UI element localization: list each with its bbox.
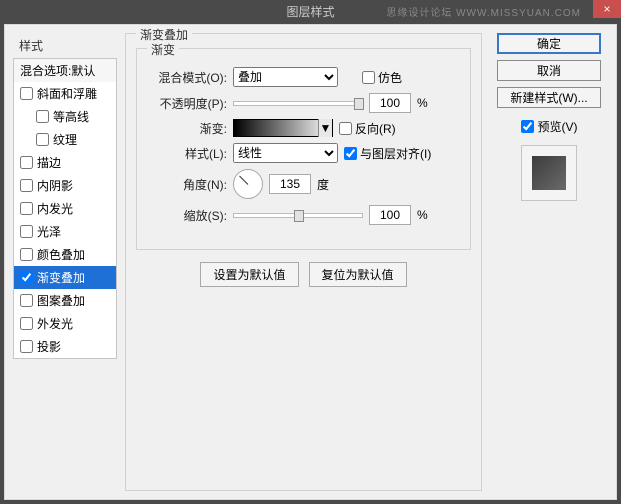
style-label: 样式(L): xyxy=(147,145,227,162)
sidebar-item-label: 投影 xyxy=(37,338,61,355)
row-gradient: 渐变: ▼ 反向(R) xyxy=(147,119,460,137)
ok-button[interactable]: 确定 xyxy=(497,33,601,54)
align-checkbox[interactable] xyxy=(344,147,357,160)
sidebar-item-label: 内发光 xyxy=(37,200,73,217)
angle-input[interactable] xyxy=(269,174,311,194)
preview-swatch xyxy=(532,156,566,190)
gradient-picker[interactable]: ▼ xyxy=(233,119,333,137)
scale-input[interactable] xyxy=(369,205,411,225)
dialog-title: 图层样式 xyxy=(286,3,334,20)
sidebar-header: 样式 xyxy=(13,33,117,58)
style-select[interactable]: 线性 xyxy=(233,143,338,163)
checkbox-innerglow[interactable] xyxy=(20,202,33,215)
sidebar-item-label: 渐变叠加 xyxy=(37,269,85,286)
sidebar-item-label: 描边 xyxy=(37,154,61,171)
checkbox-satin[interactable] xyxy=(20,225,33,238)
row-scale: 缩放(S): % xyxy=(147,205,460,225)
reverse-label: 反向(R) xyxy=(355,120,396,137)
checkbox-innershadow[interactable] xyxy=(20,179,33,192)
chevron-down-icon: ▼ xyxy=(318,119,332,137)
percent-label: % xyxy=(417,208,428,222)
checkbox-patternoverlay[interactable] xyxy=(20,294,33,307)
checkbox-outerglow[interactable] xyxy=(20,317,33,330)
opacity-slider[interactable] xyxy=(233,101,363,106)
set-default-button[interactable]: 设置为默认值 xyxy=(200,262,298,287)
align-checkbox-wrap[interactable]: 与图层对齐(I) xyxy=(344,145,431,162)
angle-dial[interactable] xyxy=(233,169,263,199)
percent-label: % xyxy=(417,96,428,110)
gradient-fieldset: 渐变 混合模式(O): 叠加 仿色 不透明度(P): % 渐变: ▼ xyxy=(136,48,471,250)
angle-label: 角度(N): xyxy=(147,176,227,193)
checkbox-gradientoverlay[interactable] xyxy=(20,271,33,284)
blendmode-label: 混合模式(O): xyxy=(147,69,227,86)
sidebar-item-bevel[interactable]: 斜面和浮雕 xyxy=(14,82,116,105)
checkbox-stroke[interactable] xyxy=(20,156,33,169)
sidebar-item-label: 等高线 xyxy=(53,108,89,125)
sidebar-item-outerglow[interactable]: 外发光 xyxy=(14,312,116,335)
checkbox-dropshadow[interactable] xyxy=(20,340,33,353)
layer-style-dialog: 样式 混合选项:默认 斜面和浮雕 等高线 纹理 描边 xyxy=(4,24,617,500)
row-blendmode: 混合模式(O): 叠加 仿色 xyxy=(147,67,460,87)
preview-label: 预览(V) xyxy=(538,118,578,135)
preview-checkbox-wrap[interactable]: 预览(V) xyxy=(521,118,578,135)
sidebar-item-label: 光泽 xyxy=(37,223,61,240)
dither-checkbox-wrap[interactable]: 仿色 xyxy=(362,69,402,86)
reverse-checkbox[interactable] xyxy=(339,122,352,135)
gradient-label: 渐变: xyxy=(147,120,227,137)
sidebar-item-contour[interactable]: 等高线 xyxy=(14,105,116,128)
sidebar-item-label: 外发光 xyxy=(37,315,73,332)
default-buttons-row: 设置为默认值 复位为默认值 xyxy=(136,262,471,287)
slider-thumb-icon xyxy=(354,98,364,110)
sidebar-item-satin[interactable]: 光泽 xyxy=(14,220,116,243)
cancel-button[interactable]: 取消 xyxy=(497,60,601,81)
opacity-input[interactable] xyxy=(369,93,411,113)
titlebar: 图层样式 × xyxy=(0,0,621,22)
sidebar-item-label: 内阴影 xyxy=(37,177,73,194)
angle-line-icon xyxy=(239,176,248,185)
sidebar-item-label: 颜色叠加 xyxy=(37,246,85,263)
sidebar-item-label: 混合选项:默认 xyxy=(20,62,95,79)
fieldset-title: 渐变 xyxy=(147,41,179,58)
row-style: 样式(L): 线性 与图层对齐(I) xyxy=(147,143,460,163)
dither-label: 仿色 xyxy=(378,69,402,86)
scale-label: 缩放(S): xyxy=(147,207,227,224)
opacity-label: 不透明度(P): xyxy=(147,95,227,112)
settings-panel: 渐变叠加 渐变 混合模式(O): 叠加 仿色 不透明度(P): % 渐变: xyxy=(125,33,482,491)
align-label: 与图层对齐(I) xyxy=(360,145,431,162)
checkbox-texture[interactable] xyxy=(36,133,49,146)
reset-default-button[interactable]: 复位为默认值 xyxy=(309,262,407,287)
style-sidebar: 样式 混合选项:默认 斜面和浮雕 等高线 纹理 描边 xyxy=(13,33,117,491)
preview-checkbox[interactable] xyxy=(521,120,534,133)
sidebar-item-dropshadow[interactable]: 投影 xyxy=(14,335,116,358)
preview-box xyxy=(521,145,577,201)
row-angle: 角度(N): 度 xyxy=(147,169,460,199)
row-opacity: 不透明度(P): % xyxy=(147,93,460,113)
action-column: 确定 取消 新建样式(W)... 预览(V) xyxy=(490,33,608,491)
sidebar-item-innerglow[interactable]: 内发光 xyxy=(14,197,116,220)
dither-checkbox[interactable] xyxy=(362,71,375,84)
checkbox-contour[interactable] xyxy=(36,110,49,123)
close-button[interactable]: × xyxy=(593,0,621,18)
new-style-button[interactable]: 新建样式(W)... xyxy=(497,87,601,108)
degree-label: 度 xyxy=(317,176,329,193)
sidebar-item-label: 图案叠加 xyxy=(37,292,85,309)
sidebar-item-gradientoverlay[interactable]: 渐变叠加 xyxy=(14,266,116,289)
scale-slider[interactable] xyxy=(233,213,363,218)
slider-thumb-icon xyxy=(294,210,304,222)
checkbox-coloroverlay[interactable] xyxy=(20,248,33,261)
reverse-checkbox-wrap[interactable]: 反向(R) xyxy=(339,120,396,137)
sidebar-item-label: 纹理 xyxy=(53,131,77,148)
checkbox-bevel[interactable] xyxy=(20,87,33,100)
style-list: 混合选项:默认 斜面和浮雕 等高线 纹理 描边 内阴影 xyxy=(13,58,117,359)
sidebar-item-blend-options[interactable]: 混合选项:默认 xyxy=(14,59,116,82)
sidebar-item-innershadow[interactable]: 内阴影 xyxy=(14,174,116,197)
sidebar-item-coloroverlay[interactable]: 颜色叠加 xyxy=(14,243,116,266)
sidebar-item-label: 斜面和浮雕 xyxy=(37,85,97,102)
sidebar-item-texture[interactable]: 纹理 xyxy=(14,128,116,151)
close-icon: × xyxy=(603,2,610,16)
blendmode-select[interactable]: 叠加 xyxy=(233,67,338,87)
sidebar-item-patternoverlay[interactable]: 图案叠加 xyxy=(14,289,116,312)
sidebar-item-stroke[interactable]: 描边 xyxy=(14,151,116,174)
